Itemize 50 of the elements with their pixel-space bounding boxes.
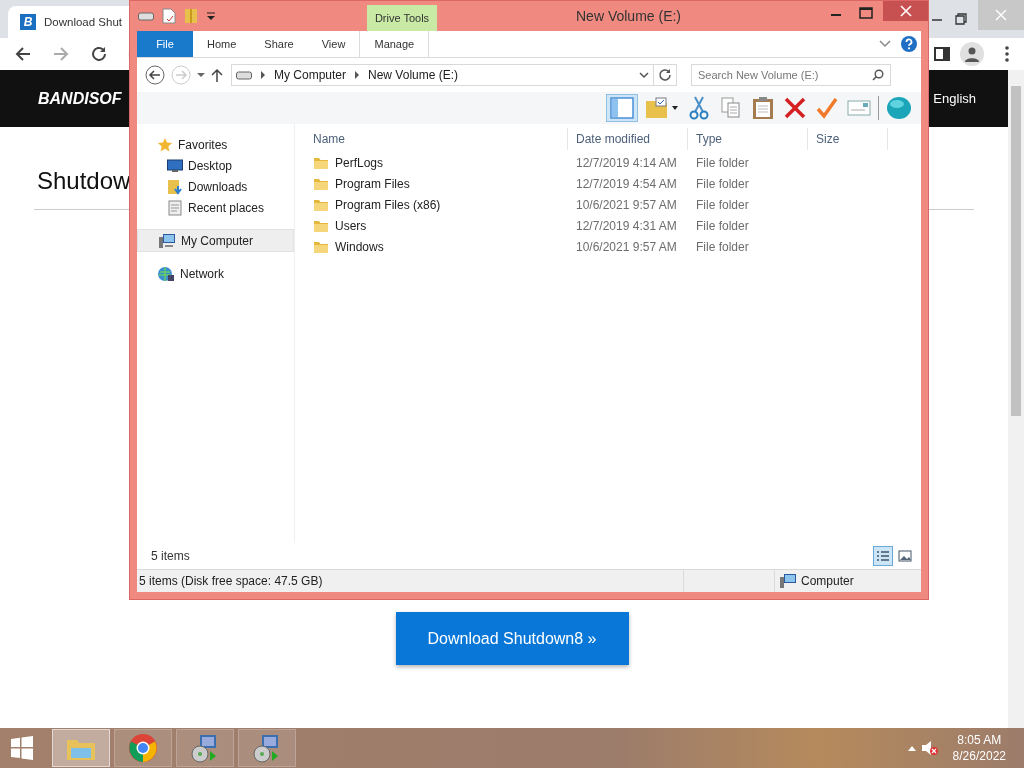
- date-cell-text: 12/7/2019 4:54 AM: [575, 176, 678, 191]
- ribbon-tab[interactable]: View: [307, 31, 360, 57]
- type-cell-text: File folder: [695, 155, 750, 170]
- type-cell-text: File folder: [695, 239, 750, 254]
- nav-item[interactable]: Downloads: [137, 176, 294, 197]
- breadcrumb[interactable]: New Volume (E:): [368, 68, 459, 82]
- date-cell-text: 12/7/2019 4:31 AM: [575, 218, 678, 233]
- favicon-icon: B: [20, 14, 36, 30]
- site-logo[interactable]: BANDISOF: [38, 89, 122, 108]
- column-header[interactable]: Name: [305, 128, 568, 150]
- file-name: Users: [335, 218, 367, 233]
- language-link[interactable]: English: [933, 91, 976, 106]
- nav-item[interactable]: Favorites: [137, 134, 294, 155]
- date-cell-text: 10/6/2021 9:57 AM: [575, 239, 678, 254]
- file-row[interactable]: PerfLogs 12/7/2019 4:14 AM File folder: [305, 152, 921, 173]
- context-group-label: Drive Tools: [374, 12, 430, 24]
- file-row[interactable]: Users 12/7/2019 4:31 AM File folder: [305, 215, 921, 236]
- file-row[interactable]: Windows 10/6/2021 9:57 AM File folder: [305, 236, 921, 257]
- type-cell-text: File folder: [695, 197, 750, 212]
- page-heading: Shutdow: [37, 167, 131, 195]
- file-name: PerfLogs: [335, 155, 384, 170]
- nav-item[interactable]: Network: [137, 263, 294, 284]
- column-header[interactable]: Type: [688, 128, 808, 150]
- nav-item[interactable]: Recent places: [137, 197, 294, 218]
- type-cell-text: File folder: [695, 218, 750, 233]
- ribbon-tab[interactable]: Manage: [359, 31, 430, 57]
- search-field[interactable]: Search New Volume (E:): [691, 64, 891, 86]
- breadcrumb[interactable]: My Computer: [274, 68, 347, 82]
- status-location: Computer: [801, 574, 854, 588]
- column-header[interactable]: Date modified: [568, 128, 688, 150]
- file-name: Windows: [335, 239, 384, 254]
- window-title: New Volume (E:): [576, 8, 682, 24]
- date-cell-text: 12/7/2019 4:14 AM: [575, 155, 678, 170]
- status-text: 5 items (Disk free space: 47.5 GB): [138, 574, 324, 588]
- file-name: Program Files: [335, 176, 410, 191]
- file-name: Program Files (x86): [335, 197, 441, 212]
- type-cell-text: File folder: [695, 176, 750, 191]
- nav-item[interactable]: Desktop: [137, 155, 294, 176]
- ribbon-tab[interactable]: Share: [250, 31, 308, 57]
- file-row[interactable]: Program Files (x86) 10/6/2021 9:57 AM File folder: [305, 194, 921, 215]
- date-cell-text: 10/6/2021 9:57 AM: [575, 197, 678, 212]
- clock-date[interactable]: 8/26/2022: [952, 748, 1006, 764]
- clock-time[interactable]: 8:05 AM: [957, 732, 1002, 748]
- file-tab[interactable]: File: [137, 31, 193, 57]
- column-header[interactable]: Size: [808, 128, 888, 150]
- file-row[interactable]: Program Files 12/7/2019 4:54 AM File folder: [305, 173, 921, 194]
- nav-item[interactable]: My Computer: [137, 229, 294, 252]
- download-button[interactable]: Download Shutdown8 »: [395, 612, 629, 665]
- address-field[interactable]: My Computer New Volume (E:): [231, 64, 654, 86]
- item-count: 5 items: [151, 549, 190, 563]
